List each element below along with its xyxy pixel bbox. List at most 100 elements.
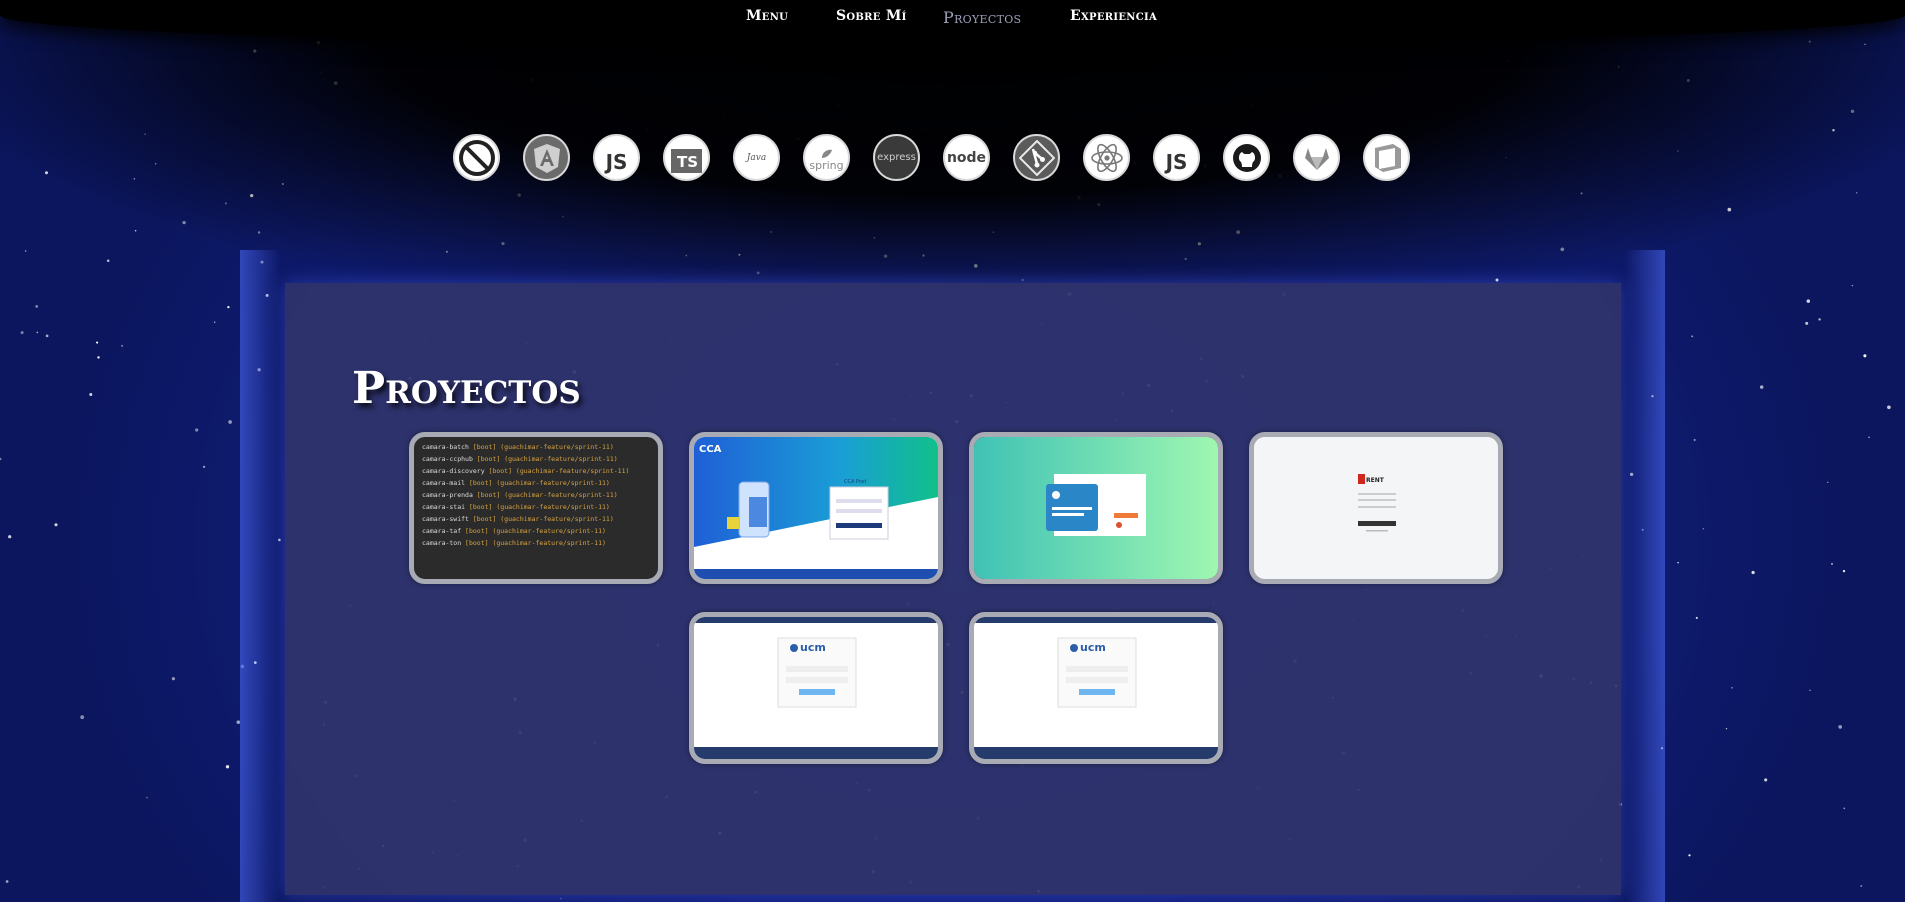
star	[36, 331, 39, 334]
cube-icon	[1363, 134, 1410, 181]
terminal-line-name: camara-ton	[422, 539, 466, 547]
angular-icon	[523, 134, 570, 181]
star	[560, 898, 562, 900]
star	[1863, 354, 1867, 358]
terminal-line: camara-stai [boot] (guachimar-feature/sp…	[414, 501, 658, 513]
star	[1691, 335, 1694, 338]
gitlab-icon	[1293, 134, 1340, 181]
terminal-line-branch: [boot] (guachimar-feature/sprint-11)	[472, 443, 614, 451]
star	[5, 880, 9, 883]
project-card-terminal[interactable]: camara-batch [boot] (guachimar-feature/s…	[409, 432, 663, 584]
terminal-line: camara-mail [boot] (guachimar-feature/sp…	[414, 477, 658, 489]
spring-icon: spring	[803, 134, 850, 181]
star	[1842, 569, 1846, 573]
star	[195, 428, 199, 432]
star	[89, 393, 93, 396]
star	[1760, 385, 1764, 389]
nav-item-experiencia[interactable]: Experiencia	[1070, 8, 1170, 27]
star	[1843, 807, 1846, 810]
star	[1688, 854, 1691, 857]
star	[1806, 299, 1811, 303]
skills-row: JS TS Java spring express node JS	[453, 134, 1410, 181]
terminal-line-branch: [boot] (guachimar-feature/sprint-11)	[472, 515, 614, 523]
terminal-line: camara-ton [boot] (guachimar-feature/spr…	[414, 537, 658, 549]
cca-card-title: CCA Post	[844, 479, 866, 485]
star	[1764, 778, 1768, 782]
star	[1731, 687, 1733, 689]
terminal-line-name: camara-swift	[422, 515, 473, 523]
java-icon: Java	[733, 134, 780, 181]
project-card-cca[interactable]: CCA CCA Post	[689, 432, 943, 584]
terminal-screenshot: camara-batch [boot] (guachimar-feature/s…	[414, 437, 658, 579]
typescript-icon: TS	[663, 134, 710, 181]
terminal-line: camara-ccphub [boot] (guachimar-feature/…	[414, 453, 658, 465]
terminal-line-name: camara-mail	[422, 479, 469, 487]
star	[1868, 436, 1870, 438]
project-card-rent[interactable]: RENT	[1249, 432, 1503, 584]
panel-glow-left	[240, 250, 280, 902]
panel-glow-right	[1625, 250, 1665, 902]
terminal-line-name: camara-ccphub	[422, 455, 477, 463]
terminal-line-name: camara-prenda	[422, 491, 477, 499]
javascript-icon: JS	[593, 134, 640, 181]
star	[1827, 481, 1829, 484]
star	[1695, 616, 1698, 619]
ucm-screenshot-2: ucm	[974, 617, 1218, 759]
terminal-line-name: camara-batch	[422, 443, 473, 451]
rent-logo-text: RENT	[1366, 477, 1385, 484]
express-icon: express	[873, 134, 920, 181]
star	[1693, 438, 1696, 442]
star	[213, 321, 216, 323]
star	[202, 465, 206, 469]
star	[1887, 405, 1891, 410]
git-icon	[1013, 134, 1060, 181]
nav-item-menu[interactable]: Menu	[746, 8, 836, 27]
star	[0, 457, 2, 461]
terminal-line-name: camara-stai	[422, 503, 469, 511]
star	[97, 356, 100, 359]
star	[225, 765, 230, 769]
star	[96, 341, 99, 344]
terminal-line-branch: [boot] (guachimar-feature/sprint-11)	[488, 467, 630, 475]
no-sign-icon	[453, 134, 500, 181]
terminal-line: camara-discovery [boot] (guachimar-featu…	[414, 465, 658, 477]
nav-item-proyectos[interactable]: Proyectos	[943, 8, 1070, 27]
star	[8, 535, 12, 539]
terminal-line: camara-prenda [boot] (guachimar-feature/…	[414, 489, 658, 501]
star	[1725, 728, 1728, 730]
star	[1860, 885, 1863, 887]
terminal-line-branch: [boot] (guachimar-feature/sprint-11)	[465, 527, 606, 535]
terminal-line-branch: [boot] (guachimar-feature/sprint-11)	[476, 491, 618, 499]
star	[45, 334, 49, 338]
star	[35, 305, 39, 308]
star	[146, 796, 148, 799]
star	[171, 677, 175, 681]
star	[80, 715, 85, 720]
ucm-logo-text: ucm	[1080, 641, 1106, 654]
terminal-line: camara-batch [boot] (guachimar-feature/s…	[414, 441, 658, 453]
terminal-line-branch: [boot] (guachimar-feature/sprint-11)	[465, 539, 606, 547]
ucm-screenshot-1: ucm	[694, 617, 938, 759]
terminal-line-branch: [boot] (guachimar-feature/sprint-11)	[468, 503, 610, 511]
project-card-ucm-2[interactable]: ucm	[969, 612, 1223, 764]
github-icon	[1223, 134, 1270, 181]
nav-item-sobre-mi[interactable]: Sobre Mí	[836, 8, 943, 27]
react-icon	[1083, 134, 1130, 181]
terminal-line: camara-taf [boot] (guachimar-feature/spr…	[414, 525, 658, 537]
section-title: Proyectos	[352, 363, 581, 414]
star	[20, 331, 24, 335]
star	[1805, 321, 1809, 325]
star	[1838, 725, 1843, 729]
nodejs-icon: node	[943, 134, 990, 181]
ucm-logo-text: ucm	[800, 641, 826, 654]
cca-screenshot: CCA CCA Post	[694, 437, 938, 579]
terminal-line-branch: [boot] (guachimar-feature/sprint-11)	[476, 455, 618, 463]
project-card-gradient[interactable]	[969, 432, 1223, 584]
star	[227, 305, 230, 309]
star	[1702, 528, 1705, 530]
project-card-ucm-1[interactable]: ucm	[689, 612, 943, 764]
terminal-line-name: camara-discovery	[422, 467, 489, 475]
terminal-line-branch: [boot] (guachimar-feature/sprint-11)	[468, 479, 610, 487]
star	[1677, 561, 1679, 564]
page-background: Menu Sobre Mí Proyectos Experiencia JS T…	[0, 0, 1905, 902]
